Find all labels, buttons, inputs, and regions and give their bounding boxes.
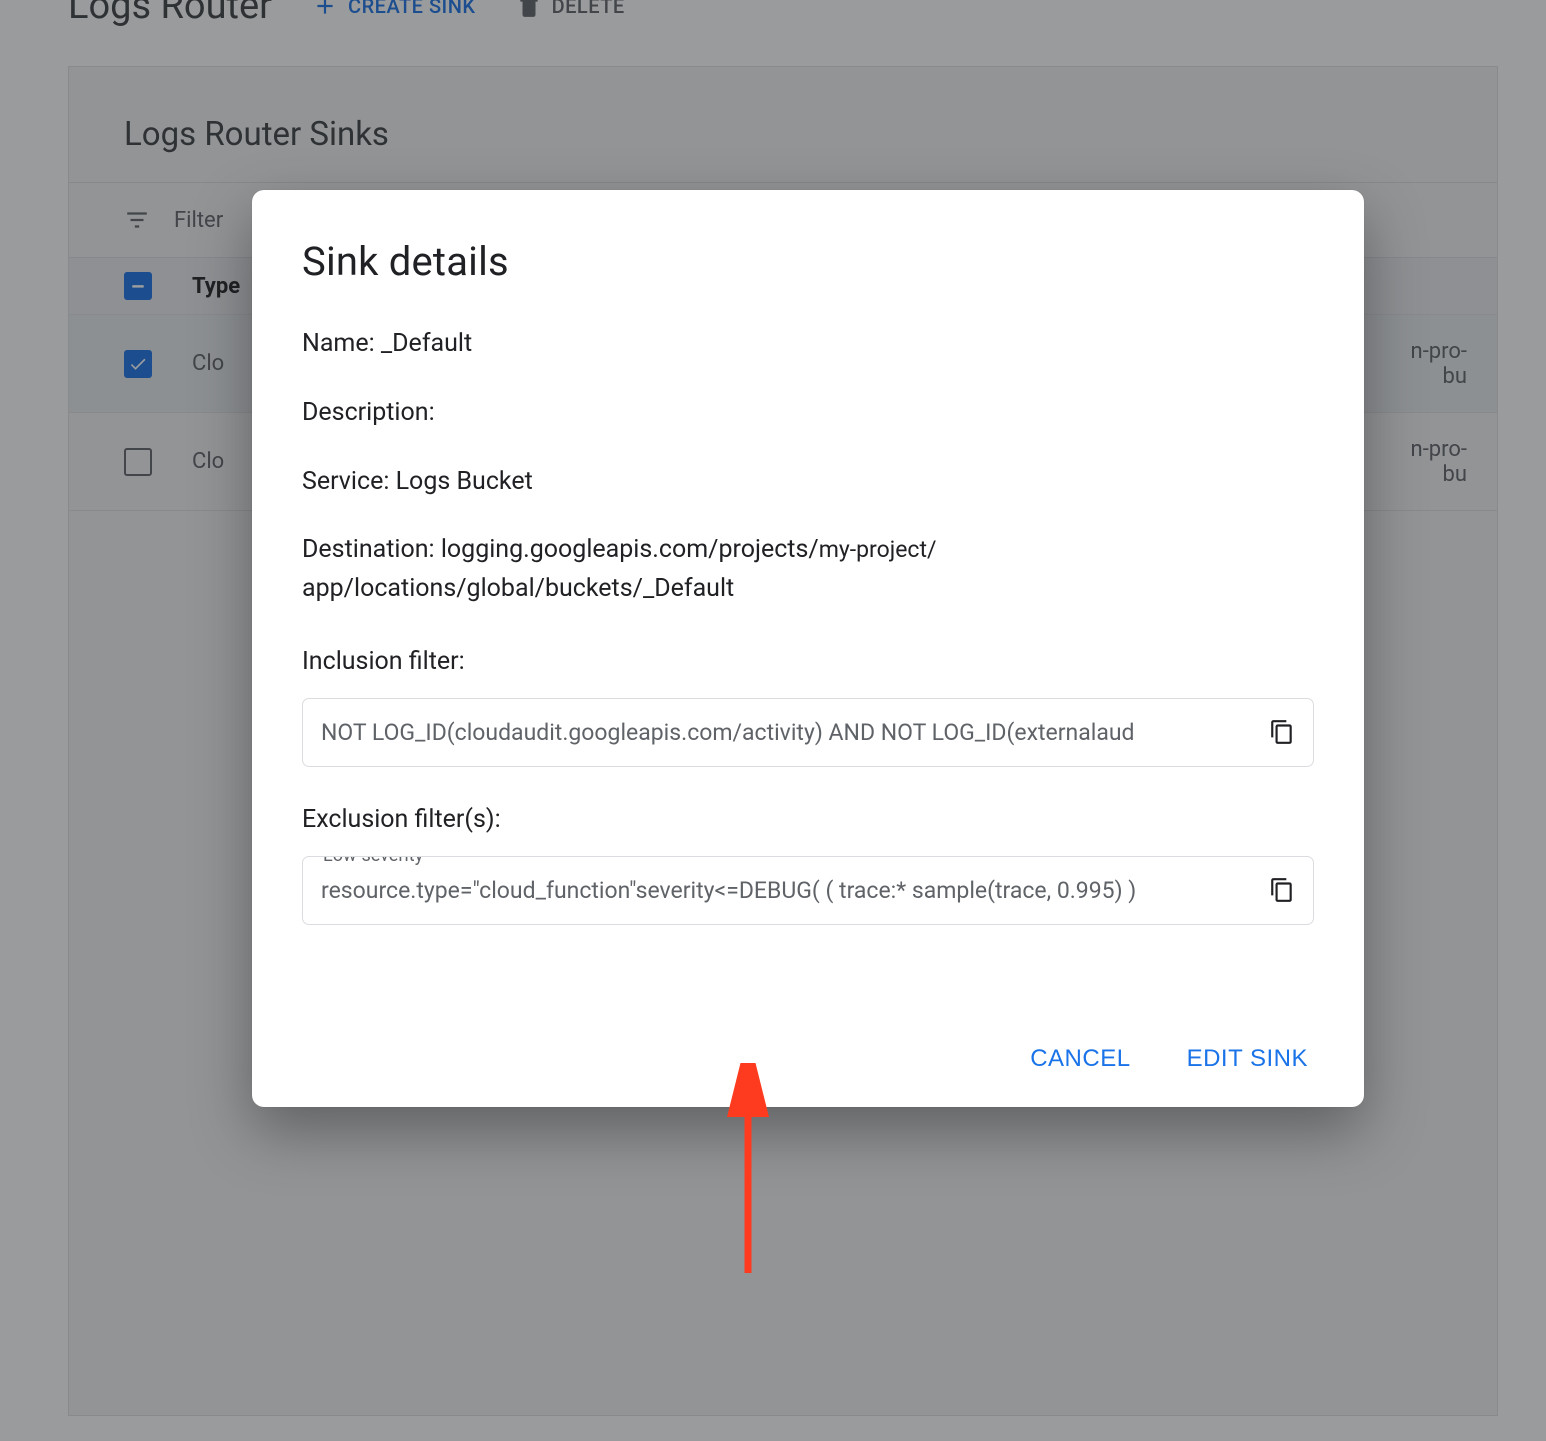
sink-details-dialog: Sink details Name: _Default Description:… — [252, 190, 1364, 1107]
exclusion-filter-value: resource.type="cloud_function"severity<=… — [321, 877, 1136, 904]
dialog-title: Sink details — [302, 238, 1314, 285]
edit-sink-button[interactable]: EDIT SINK — [1187, 1045, 1308, 1073]
copy-icon — [1269, 719, 1295, 745]
destination-label: Destination: — [302, 535, 435, 564]
name-label: Name: — [302, 329, 375, 358]
description-label: Description: — [302, 398, 435, 427]
copy-exclusion-button[interactable] — [1265, 873, 1299, 907]
copy-icon — [1269, 877, 1295, 903]
destination-value-part2: app/locations/global/buckets/_Default — [302, 574, 734, 603]
destination-value-part1: logging.googleapis.com/projects/ — [441, 535, 819, 564]
inclusion-filter-box: NOT LOG_ID(cloudaudit.googleapis.com/act… — [302, 698, 1314, 767]
field-service: Service: Logs Bucket — [302, 463, 1314, 502]
cancel-button[interactable]: CANCEL — [1030, 1045, 1130, 1073]
copy-inclusion-button[interactable] — [1265, 715, 1299, 749]
exclusion-filter-label: Exclusion filter(s): — [302, 805, 1314, 834]
field-name: Name: _Default — [302, 325, 1314, 364]
name-value: _Default — [381, 329, 472, 358]
service-value: Logs Bucket — [396, 467, 533, 496]
field-destination: Destination: logging.googleapis.com/proj… — [302, 531, 1314, 609]
service-label: Service: — [302, 467, 389, 496]
dialog-actions: CANCEL EDIT SINK — [302, 1045, 1314, 1073]
inclusion-filter-label: Inclusion filter: — [302, 647, 1314, 676]
field-description: Description: — [302, 394, 1314, 433]
exclusion-filter-box: Low-severity resource.type="cloud_functi… — [302, 856, 1314, 925]
exclusion-filter-legend: Low-severity — [317, 856, 429, 866]
inclusion-filter-value: NOT LOG_ID(cloudaudit.googleapis.com/act… — [321, 719, 1135, 746]
destination-value-project: my-project/ — [819, 536, 937, 563]
